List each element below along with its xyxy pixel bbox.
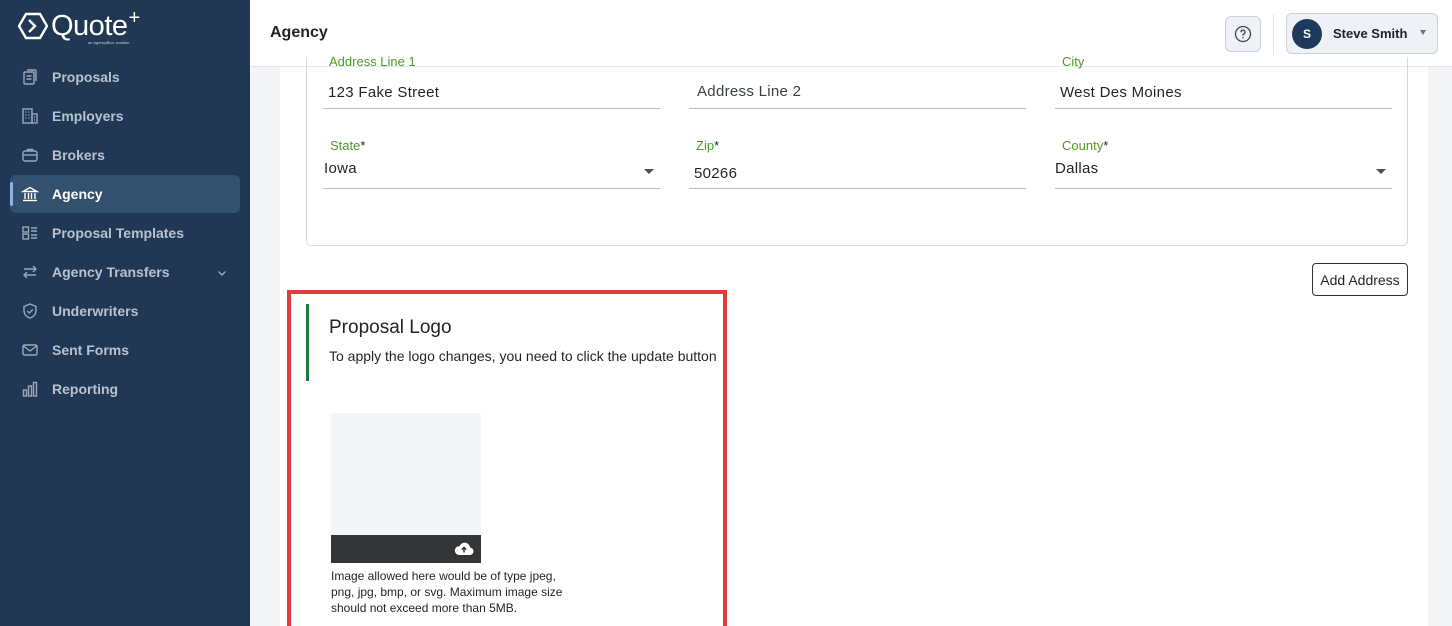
field-underline — [689, 188, 1026, 189]
address-line1-field[interactable]: Address Line 1 123 Fake Street — [323, 54, 660, 109]
sidebar-item-brokers[interactable]: Brokers — [10, 136, 240, 174]
zip-value: 50266 — [694, 165, 738, 182]
main-content: Address Line 1 123 Fake Street Address L… — [280, 54, 1428, 626]
templates-icon — [21, 224, 39, 242]
field-underline — [1055, 188, 1392, 189]
section-title: Proposal Logo — [329, 317, 452, 338]
hexagon-logo-icon — [18, 12, 48, 40]
sidebar-item-label: Proposal Templates — [52, 225, 185, 241]
sidebar-item-reporting[interactable]: Reporting — [10, 370, 240, 408]
logo-upload-dropzone[interactable] — [331, 413, 481, 563]
proposals-icon — [21, 68, 39, 86]
sidebar-item-proposal-templates[interactable]: Proposal Templates — [10, 214, 240, 252]
avatar: S — [1292, 18, 1322, 49]
state-value: Iowa — [324, 160, 357, 177]
sidebar-item-proposals[interactable]: Proposals — [10, 58, 240, 96]
user-menu-button[interactable]: S Steve Smith — [1286, 13, 1438, 54]
briefcase-icon — [21, 146, 39, 164]
address-line1-label: Address Line 1 — [329, 54, 416, 69]
header-divider — [1273, 14, 1274, 54]
help-button[interactable] — [1225, 16, 1261, 52]
sidebar-item-agency[interactable]: Agency — [10, 175, 240, 213]
bar-chart-icon — [21, 380, 39, 398]
address-line2-placeholder: Address Line 2 — [697, 83, 802, 100]
sidebar-item-label: Agency — [52, 186, 103, 202]
sidebar-item-label: Underwriters — [52, 303, 139, 319]
caret-down-icon — [644, 169, 654, 174]
sidebar: Quote + an AgencyBloc solution Proposals… — [0, 0, 250, 626]
user-name: Steve Smith — [1333, 26, 1408, 41]
city-field[interactable]: City West Des Moines — [1055, 54, 1392, 109]
transfer-icon — [21, 263, 39, 281]
proposal-logo-header: Proposal Logo To apply the logo changes,… — [306, 304, 726, 381]
field-underline — [689, 108, 1026, 109]
sidebar-item-label: Proposals — [52, 69, 120, 85]
address-line2-field[interactable]: Address Line 2 — [689, 57, 1026, 109]
caret-down-icon — [1376, 169, 1386, 174]
bank-icon — [21, 185, 39, 203]
building-icon — [21, 107, 39, 125]
logo-plus: + — [128, 7, 141, 29]
county-label: County* — [1062, 138, 1109, 153]
zip-label: Zip* — [696, 138, 720, 153]
sidebar-item-label: Agency Transfers — [52, 264, 170, 280]
shield-icon — [21, 302, 39, 320]
cloud-upload-icon[interactable] — [453, 539, 475, 559]
logo-tagline: an AgencyBloc solution — [88, 40, 130, 45]
question-circle-icon — [1234, 25, 1252, 43]
county-select[interactable]: County* Dallas — [1055, 135, 1392, 189]
city-value: West Des Moines — [1060, 84, 1182, 101]
page-title: Agency — [270, 24, 328, 41]
section-subtitle: To apply the logo changes, you need to c… — [329, 348, 717, 364]
sidebar-item-underwriters[interactable]: Underwriters — [10, 292, 240, 330]
zip-field[interactable]: Zip* 50266 — [689, 135, 1026, 189]
address-card: Address Line 1 123 Fake Street Address L… — [306, 54, 1408, 246]
sidebar-item-employers[interactable]: Employers — [10, 97, 240, 135]
address-line1-value: 123 Fake Street — [328, 84, 440, 101]
sidebar-nav: Proposals Employers Brokers Agency Propo… — [10, 58, 240, 409]
city-label: City — [1062, 54, 1085, 69]
sidebar-item-sent-forms[interactable]: Sent Forms — [10, 331, 240, 369]
sidebar-item-agency-transfers[interactable]: Agency Transfers — [10, 253, 240, 291]
mail-icon — [21, 341, 39, 359]
sidebar-item-label: Reporting — [52, 381, 119, 397]
add-address-button[interactable]: Add Address — [1312, 263, 1408, 296]
sidebar-item-label: Sent Forms — [52, 342, 130, 358]
field-underline — [1055, 108, 1392, 109]
logo-text: Quote — [51, 10, 128, 42]
state-select[interactable]: State* Iowa — [323, 135, 660, 189]
field-underline — [323, 108, 660, 109]
chevron-down-icon[interactable] — [216, 266, 228, 278]
upload-requirements-note: Image allowed here would be of type jpeg… — [331, 569, 563, 615]
county-value: Dallas — [1055, 160, 1099, 177]
sidebar-item-label: Brokers — [52, 147, 105, 163]
sidebar-item-label: Employers — [52, 108, 124, 124]
field-underline — [323, 188, 660, 189]
upload-bar[interactable] — [331, 535, 481, 563]
caret-down-icon — [1420, 30, 1426, 35]
app-logo[interactable]: Quote + an AgencyBloc solution — [18, 7, 141, 45]
state-label: State* — [330, 138, 366, 153]
